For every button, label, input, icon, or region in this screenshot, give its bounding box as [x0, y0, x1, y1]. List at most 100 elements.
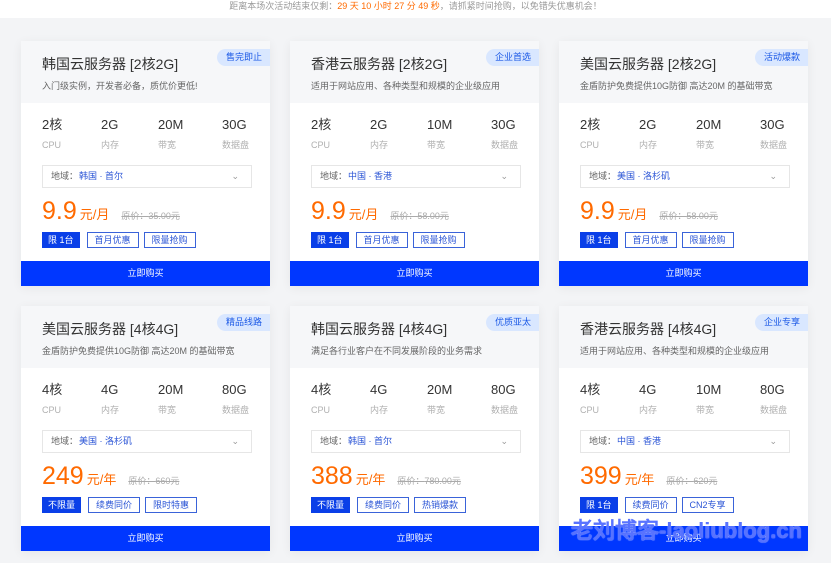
price-value: 399	[580, 462, 622, 490]
spec-value: 2G	[370, 117, 388, 132]
product-card: 韩国云服务器 [2核2G] 售完即止 入门级实例，开发者必备，质优价更低! 2核…	[21, 41, 270, 286]
region-select[interactable]: 地域： 美国 · 洛杉矶 ⌄	[42, 430, 252, 453]
product-title: 香港云服务器 [4核4G]	[580, 321, 717, 337]
chevron-down-icon: ⌄	[231, 171, 239, 181]
spec-label: 内存	[639, 405, 658, 415]
spec-bandwidth: 20M 带宽	[427, 382, 452, 416]
price-unit: 元/月	[79, 207, 110, 222]
price-value: 388	[311, 462, 353, 490]
region-select[interactable]: 地域： 美国 · 洛杉矶 ⌄	[580, 165, 790, 188]
product-card: 美国云服务器 [2核2G] 活动爆款 金盾防护免费提供10G防御 高达20M 的…	[559, 41, 808, 286]
tag-list: 限 1台 首月优惠 限量抢购	[580, 232, 739, 248]
region-select[interactable]: 地域： 中国 · 香港 ⌄	[311, 165, 521, 188]
tag: 限 1台	[580, 232, 618, 248]
card-header: 韩国云服务器 [4核4G] 优质亚太 满足各行业客户在不同发展阶段的业务需求	[290, 306, 539, 368]
spec-value: 30G	[760, 117, 785, 132]
original-price-label: 原价：	[659, 211, 687, 221]
spec-bandwidth: 10M 带宽	[696, 382, 721, 416]
tag: 限 1台	[311, 232, 349, 248]
tag-list: 限 1台 首月优惠 限量抢购	[42, 232, 201, 248]
price-value: 9.9	[580, 197, 615, 225]
spec-label: 内存	[639, 140, 658, 150]
spec-disk: 30G 数据盘	[491, 117, 518, 151]
price-block: 9.9 元/月 原价：58.00元	[580, 196, 718, 226]
spec-label: 内存	[101, 140, 120, 150]
spec-label: 数据盘	[222, 140, 250, 150]
buy-now-button[interactable]: 立即购买	[21, 261, 270, 286]
spec-cpu: 2核 CPU	[42, 117, 62, 151]
buy-now-button[interactable]: 立即购买	[290, 261, 539, 286]
region-select[interactable]: 地域： 韩国 · 首尔 ⌄	[42, 165, 252, 188]
tag: 限量抢购	[412, 232, 465, 248]
spec-label: 数据盘	[760, 405, 788, 415]
original-price-value: 58.00元	[417, 211, 449, 221]
original-price-value: 660元	[155, 476, 180, 486]
spec-label: 数据盘	[491, 140, 519, 150]
chevron-down-icon: ⌄	[500, 436, 508, 446]
countdown-prefix: 距离本场次活动结束仅剩：	[229, 1, 338, 11]
spec-label: CPU	[311, 405, 331, 415]
region-label: 地域：	[320, 436, 348, 446]
price-block: 388 元/年 原价：780.00元	[311, 461, 461, 491]
spec-value: 20M	[696, 117, 722, 132]
tag: 续费同价	[357, 497, 410, 513]
promo-badge: 优质亚太	[485, 314, 539, 331]
tag: CN2专享	[681, 497, 734, 513]
spec-label: 带宽	[427, 405, 446, 415]
original-price-label: 原价：	[128, 476, 156, 486]
tag-list: 限 1台 首月优惠 限量抢购	[311, 232, 470, 248]
spec-label: 数据盘	[222, 405, 250, 415]
buy-now-button[interactable]: 立即购买	[559, 261, 808, 286]
region-label: 地域：	[320, 171, 348, 181]
original-price: 原价：660元	[128, 476, 179, 486]
chevron-down-icon: ⌄	[231, 436, 239, 446]
region-value: 韩国 · 首尔	[79, 171, 123, 181]
spec-label: CPU	[580, 140, 600, 150]
spec-list: 2核 CPU 2G 内存 10M 带宽 30G 数据盘	[311, 117, 531, 153]
price-unit: 元/年	[624, 472, 655, 487]
card-header: 香港云服务器 [4核4G] 企业专享 适用于网站应用、各种类型和规模的企业级应用	[559, 306, 808, 368]
tag: 限时特惠	[145, 497, 198, 513]
buy-now-button[interactable]: 立即购买	[290, 526, 539, 551]
price-block: 399 元/年 原价：620元	[580, 461, 717, 491]
spec-cpu: 2核 CPU	[580, 117, 600, 151]
spec-label: CPU	[42, 405, 62, 415]
original-price-label: 原价：	[397, 476, 425, 486]
buy-now-button[interactable]: 立即购买	[21, 526, 270, 551]
spec-memory: 4G 内存	[639, 382, 657, 416]
tag-list: 不限量 续费同价 限时特惠	[42, 497, 202, 513]
region-select[interactable]: 地域： 韩国 · 首尔 ⌄	[311, 430, 521, 453]
product-card: 韩国云服务器 [4核4G] 优质亚太 满足各行业客户在不同发展阶段的业务需求 4…	[290, 306, 539, 551]
product-description: 适用于网站应用、各种类型和规模的企业级应用	[580, 346, 770, 356]
spec-disk: 80G 数据盘	[222, 382, 249, 416]
spec-label: 内存	[370, 140, 389, 150]
product-description: 适用于网站应用、各种类型和规模的企业级应用	[311, 81, 501, 91]
spec-value: 10M	[427, 117, 453, 132]
chevron-down-icon: ⌄	[500, 171, 508, 181]
product-title: 美国云服务器 [4核4G]	[42, 321, 179, 337]
price-block: 249 元/年 原价：660元	[42, 461, 179, 491]
original-price-label: 原价：	[121, 211, 149, 221]
tag: 限量抢购	[681, 232, 734, 248]
price-value: 9.9	[311, 197, 346, 225]
spec-value: 80G	[760, 382, 785, 397]
spec-disk: 80G 数据盘	[760, 382, 787, 416]
spec-value: 4G	[639, 382, 657, 397]
tag: 不限量	[42, 497, 82, 513]
spec-bandwidth: 20M 带宽	[696, 117, 721, 151]
spec-disk: 30G 数据盘	[760, 117, 787, 151]
price-block: 9.9 元/月 原价：58.00元	[311, 196, 449, 226]
promo-badge: 活动爆款	[754, 49, 808, 66]
original-price-label: 原价：	[390, 211, 418, 221]
price-unit: 元/月	[348, 207, 379, 222]
region-value: 中国 · 香港	[617, 436, 661, 446]
spec-value: 2核	[580, 117, 601, 132]
region-select[interactable]: 地域： 中国 · 香港 ⌄	[580, 430, 790, 453]
spec-value: 30G	[222, 117, 247, 132]
countdown-banner: 距离本场次活动结束仅剩：29 天 10 小时 27 分 49 秒，请抓紧时间抢购…	[0, 0, 831, 18]
spec-list: 2核 CPU 2G 内存 20M 带宽 30G 数据盘	[42, 117, 262, 153]
region-label: 地域：	[589, 171, 617, 181]
region-label: 地域：	[51, 436, 79, 446]
original-price: 原价：620元	[666, 476, 717, 486]
spec-label: 带宽	[158, 140, 177, 150]
